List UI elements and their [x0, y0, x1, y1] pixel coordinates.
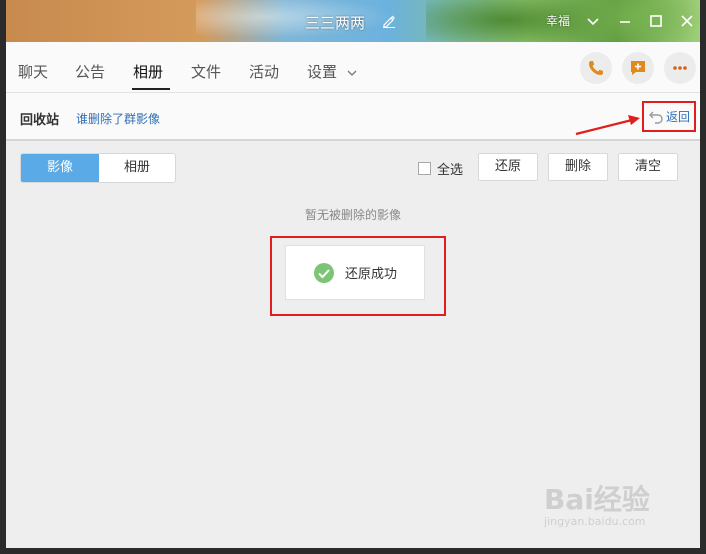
tab-files[interactable]: 文件 [191, 61, 221, 82]
chevron-down-icon [347, 70, 357, 76]
title-bar: 三三两两 幸福 [6, 0, 700, 50]
more-icon [673, 66, 687, 70]
view-switch: 影像 相册 [20, 153, 176, 183]
segment-photos[interactable]: 影像 [21, 154, 99, 182]
edit-icon[interactable] [382, 14, 396, 28]
more-button[interactable] [664, 52, 696, 84]
app-add-icon [631, 61, 645, 75]
clear-button[interactable]: 清空 [618, 153, 678, 181]
delete-button[interactable]: 删除 [548, 153, 608, 181]
select-all[interactable]: 全选 [418, 159, 463, 178]
success-toast: 还原成功 [285, 245, 425, 300]
check-circle-icon [313, 262, 334, 283]
watermark-brand: Bai经验 [544, 483, 650, 516]
tab-chat[interactable]: 聊天 [18, 61, 48, 82]
maximize-icon[interactable] [647, 12, 665, 30]
tab-settings[interactable]: 设置 [307, 61, 358, 82]
active-tab-indicator [132, 88, 170, 90]
group-title: 三三两两 [305, 14, 366, 32]
title-right-label[interactable]: 幸福 [546, 12, 570, 29]
segment-albums[interactable]: 相册 [99, 154, 175, 182]
restore-button[interactable]: 还原 [478, 153, 538, 181]
who-deleted-link[interactable]: 谁删除了群影像 [76, 110, 160, 127]
close-icon[interactable] [678, 12, 696, 30]
back-button[interactable]: 返回 [642, 101, 696, 132]
undo-icon [648, 111, 663, 124]
tab-activity[interactable]: 活动 [249, 61, 279, 82]
tab-settings-label: 设置 [307, 63, 338, 81]
toast-message: 还原成功 [344, 267, 397, 282]
phone-icon [589, 61, 603, 75]
add-app-button[interactable] [622, 52, 654, 84]
select-all-label: 全选 [437, 163, 464, 178]
select-all-checkbox[interactable] [418, 162, 431, 175]
empty-message: 暂无被删除的影像 [304, 208, 401, 222]
chevron-down-icon[interactable] [584, 12, 602, 30]
tab-album[interactable]: 相册 [133, 61, 163, 82]
minimize-icon[interactable] [616, 12, 634, 30]
tab-bar: 聊天 公告 相册 文件 活动 设置 [6, 42, 700, 93]
call-button[interactable] [580, 52, 612, 84]
watermark-url: jingyan.baidu.com [544, 515, 646, 528]
recycle-bin-title: 回收站 [20, 113, 60, 128]
tab-announcement[interactable]: 公告 [75, 61, 105, 82]
annotation-arrow [575, 115, 640, 136]
back-label: 返回 [665, 110, 690, 124]
group-window: 三三两两 幸福 聊天 公告 相册 文件 活动 设置 回收站 谁删除了群影像 返回… [6, 0, 700, 548]
